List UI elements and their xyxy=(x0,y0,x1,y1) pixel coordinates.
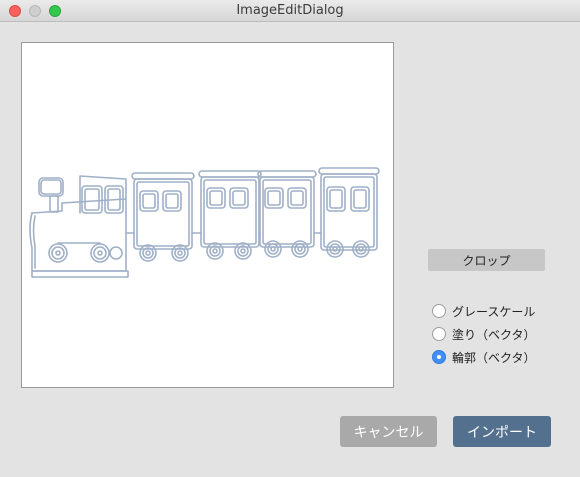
radio-fill-vector-label: 塗り（ベクタ） xyxy=(452,327,536,342)
locomotive-outline xyxy=(29,175,129,278)
conversion-mode-radio-group: グレースケール 塗り（ベクタ） 輪郭（ベクタ） xyxy=(432,303,536,372)
window-title: ImageEditDialog xyxy=(236,3,344,18)
radio-grayscale[interactable]: グレースケール xyxy=(432,303,536,319)
car-4-outline xyxy=(313,167,380,258)
radio-grayscale-label: グレースケール xyxy=(452,304,536,319)
train-outline-icon xyxy=(29,167,380,278)
car-3-outline xyxy=(257,170,317,258)
image-preview-canvas[interactable] xyxy=(21,42,394,388)
title-bar: ImageEditDialog xyxy=(0,0,580,22)
crop-button[interactable]: クロップ xyxy=(428,249,545,271)
car-2-outline xyxy=(191,170,262,260)
radio-unchecked-icon[interactable] xyxy=(432,304,446,318)
car-1-outline xyxy=(125,172,195,262)
radio-unchecked-icon[interactable] xyxy=(432,327,446,341)
radio-checked-icon[interactable] xyxy=(432,350,446,364)
import-button[interactable]: インポート xyxy=(453,416,551,447)
radio-outline-vector[interactable]: 輪郭（ベクタ） xyxy=(432,349,536,365)
radio-fill-vector[interactable]: 塗り（ベクタ） xyxy=(432,326,536,342)
cancel-button[interactable]: キャンセル xyxy=(340,416,437,447)
radio-outline-vector-label: 輪郭（ベクタ） xyxy=(452,350,536,365)
